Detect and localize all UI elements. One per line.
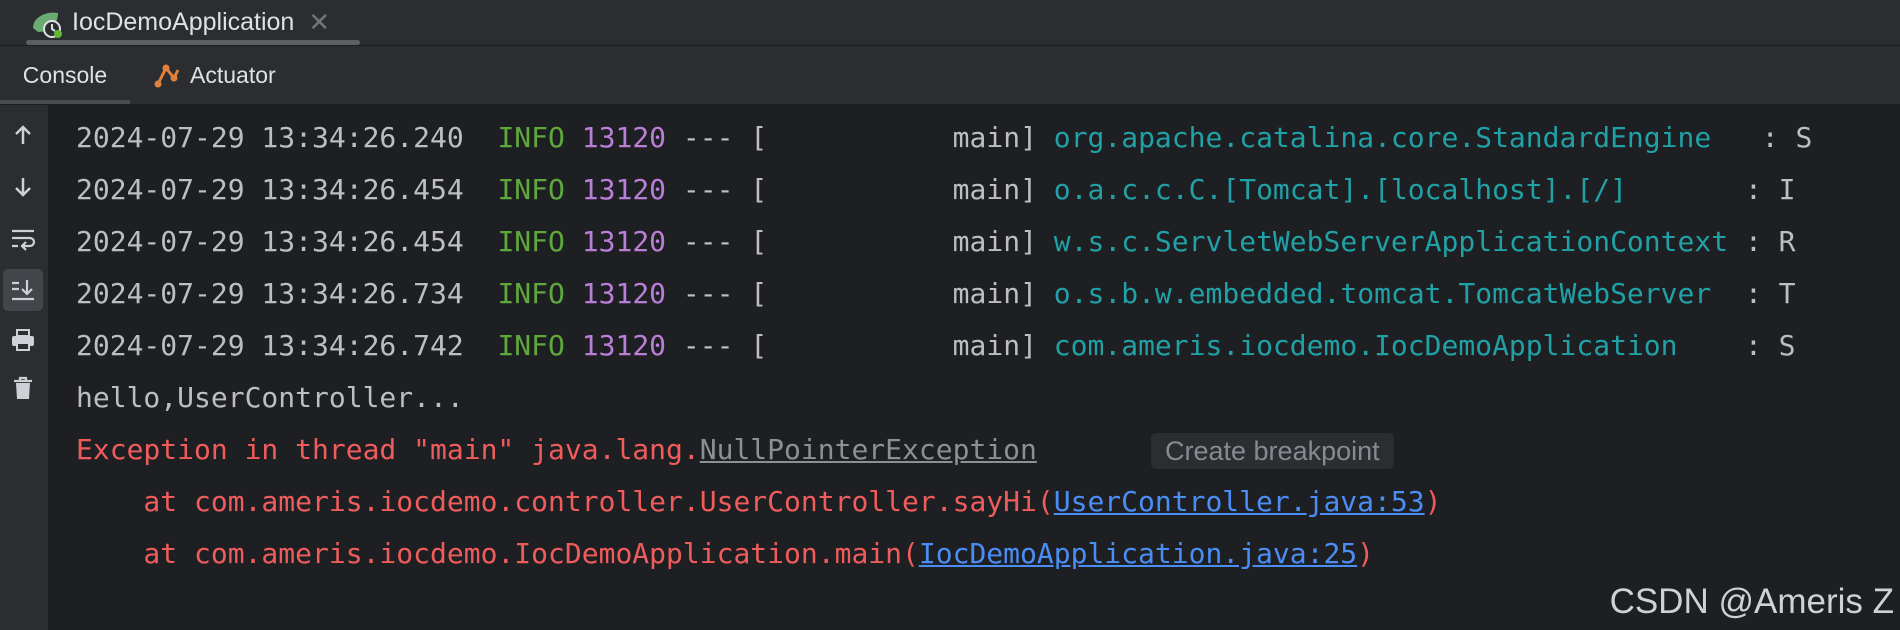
log-line: 2024-07-29 13:34:26.240 INFO 13120 --- [… xyxy=(76,112,1812,164)
log-logger: w.s.c.ServletWebServerApplicationContext xyxy=(1053,225,1729,258)
log-thread: [ main] xyxy=(750,277,1037,310)
stack-frame: at com.ameris.iocdemo.controller.UserCon… xyxy=(76,476,1441,528)
console-output[interactable]: 2024-07-29 13:34:26.240 INFO 13120 --- [… xyxy=(49,105,1900,630)
log-level: INFO xyxy=(497,121,565,154)
log-line: 2024-07-29 13:34:26.454 INFO 13120 --- [… xyxy=(76,164,1796,216)
log-pid: 13120 xyxy=(581,329,667,362)
log-pid: 13120 xyxy=(581,277,667,310)
log-logger: com.ameris.iocdemo.IocDemoApplication xyxy=(1053,329,1729,362)
tab-actuator-label: Actuator xyxy=(190,61,276,88)
run-tab-iocdemoapplication[interactable]: IocDemoApplication ✕ xyxy=(30,0,360,45)
close-icon[interactable]: ✕ xyxy=(308,7,330,38)
log-line: 2024-07-29 13:34:26.734 INFO 13120 --- [… xyxy=(76,268,1796,320)
log-pid: 13120 xyxy=(581,173,667,206)
log-pid: 13120 xyxy=(581,225,667,258)
console-toolbar: Console Actuator xyxy=(0,46,1900,105)
run-tab-title: IocDemoApplication xyxy=(72,8,295,36)
stack-frame-method: at com.ameris.iocdemo.IocDemoApplication… xyxy=(76,537,919,570)
log-message: : S xyxy=(1761,121,1813,154)
log-message: : I xyxy=(1744,173,1796,206)
watermark: CSDN @Ameris Z xyxy=(1609,582,1894,621)
log-level: INFO xyxy=(497,225,565,258)
log-separator: --- xyxy=(682,121,734,154)
log-separator: --- xyxy=(682,329,734,362)
log-message: : R xyxy=(1744,225,1796,258)
log-logger: org.apache.catalina.core.StandardEngine xyxy=(1053,121,1745,154)
source-file-link[interactable]: IocDemoApplication.java:25 xyxy=(919,537,1357,570)
log-separator: --- xyxy=(682,277,734,310)
log-level: INFO xyxy=(497,277,565,310)
log-timestamp: 2024-07-29 13:34:26.734 xyxy=(76,277,464,310)
clear-all-icon[interactable] xyxy=(3,367,43,409)
log-separator: --- xyxy=(682,173,734,206)
stack-frame-method: at com.ameris.iocdemo.controller.UserCon… xyxy=(76,485,1054,518)
up-arrow-icon[interactable] xyxy=(3,114,43,156)
log-thread: [ main] xyxy=(750,173,1037,206)
scroll-to-end-icon[interactable] xyxy=(3,269,43,311)
exception-class-link[interactable]: NullPointerException xyxy=(700,433,1037,466)
log-level: INFO xyxy=(497,173,565,206)
log-logger: o.s.b.w.embedded.tomcat.TomcatWebServer xyxy=(1053,277,1729,310)
print-icon[interactable] xyxy=(3,319,43,361)
log-timestamp: 2024-07-29 13:34:26.454 xyxy=(76,173,464,206)
log-message: : S xyxy=(1744,329,1796,362)
spring-boot-run-icon xyxy=(33,12,62,38)
tab-console-label: Console xyxy=(22,61,108,88)
run-tab-bar: IocDemoApplication ✕ xyxy=(0,0,1900,46)
log-thread: [ main] xyxy=(750,121,1037,154)
log-line: 2024-07-29 13:34:26.742 INFO 13120 --- [… xyxy=(76,320,1796,372)
exception-prefix: Exception in thread "main" java.lang. xyxy=(76,433,700,466)
stack-frame-suffix: ) xyxy=(1357,537,1375,570)
actuator-icon xyxy=(154,64,180,88)
create-breakpoint-button[interactable]: Create breakpoint xyxy=(1151,433,1394,469)
log-timestamp: 2024-07-29 13:34:26.240 xyxy=(76,121,464,154)
stack-frame-suffix: ) xyxy=(1424,485,1442,518)
active-subtab-indicator xyxy=(0,100,130,104)
down-arrow-icon[interactable] xyxy=(3,166,43,208)
stdout-line: hello,UserController... xyxy=(76,381,464,414)
log-separator: --- xyxy=(682,225,734,258)
active-tab-indicator xyxy=(26,40,360,45)
log-logger: o.a.c.c.C.[Tomcat].[localhost].[/] xyxy=(1053,173,1729,206)
tab-console[interactable]: Console xyxy=(0,46,130,104)
log-level: INFO xyxy=(497,329,565,362)
log-timestamp: 2024-07-29 13:34:26.454 xyxy=(76,225,464,258)
log-message: : T xyxy=(1744,277,1796,310)
console-side-toolbar xyxy=(0,105,49,630)
log-thread: [ main] xyxy=(750,329,1037,362)
log-timestamp: 2024-07-29 13:34:26.742 xyxy=(76,329,464,362)
log-line: 2024-07-29 13:34:26.454 INFO 13120 --- [… xyxy=(76,216,1796,268)
log-thread: [ main] xyxy=(750,225,1037,258)
log-pid: 13120 xyxy=(581,121,667,154)
soft-wrap-icon[interactable] xyxy=(3,218,43,260)
exception-line: Exception in thread "main" java.lang.Nul… xyxy=(76,424,1037,476)
source-file-link[interactable]: UserController.java:53 xyxy=(1054,485,1425,518)
tab-actuator[interactable]: Actuator xyxy=(152,46,276,104)
stack-frame: at com.ameris.iocdemo.IocDemoApplication… xyxy=(76,528,1374,580)
